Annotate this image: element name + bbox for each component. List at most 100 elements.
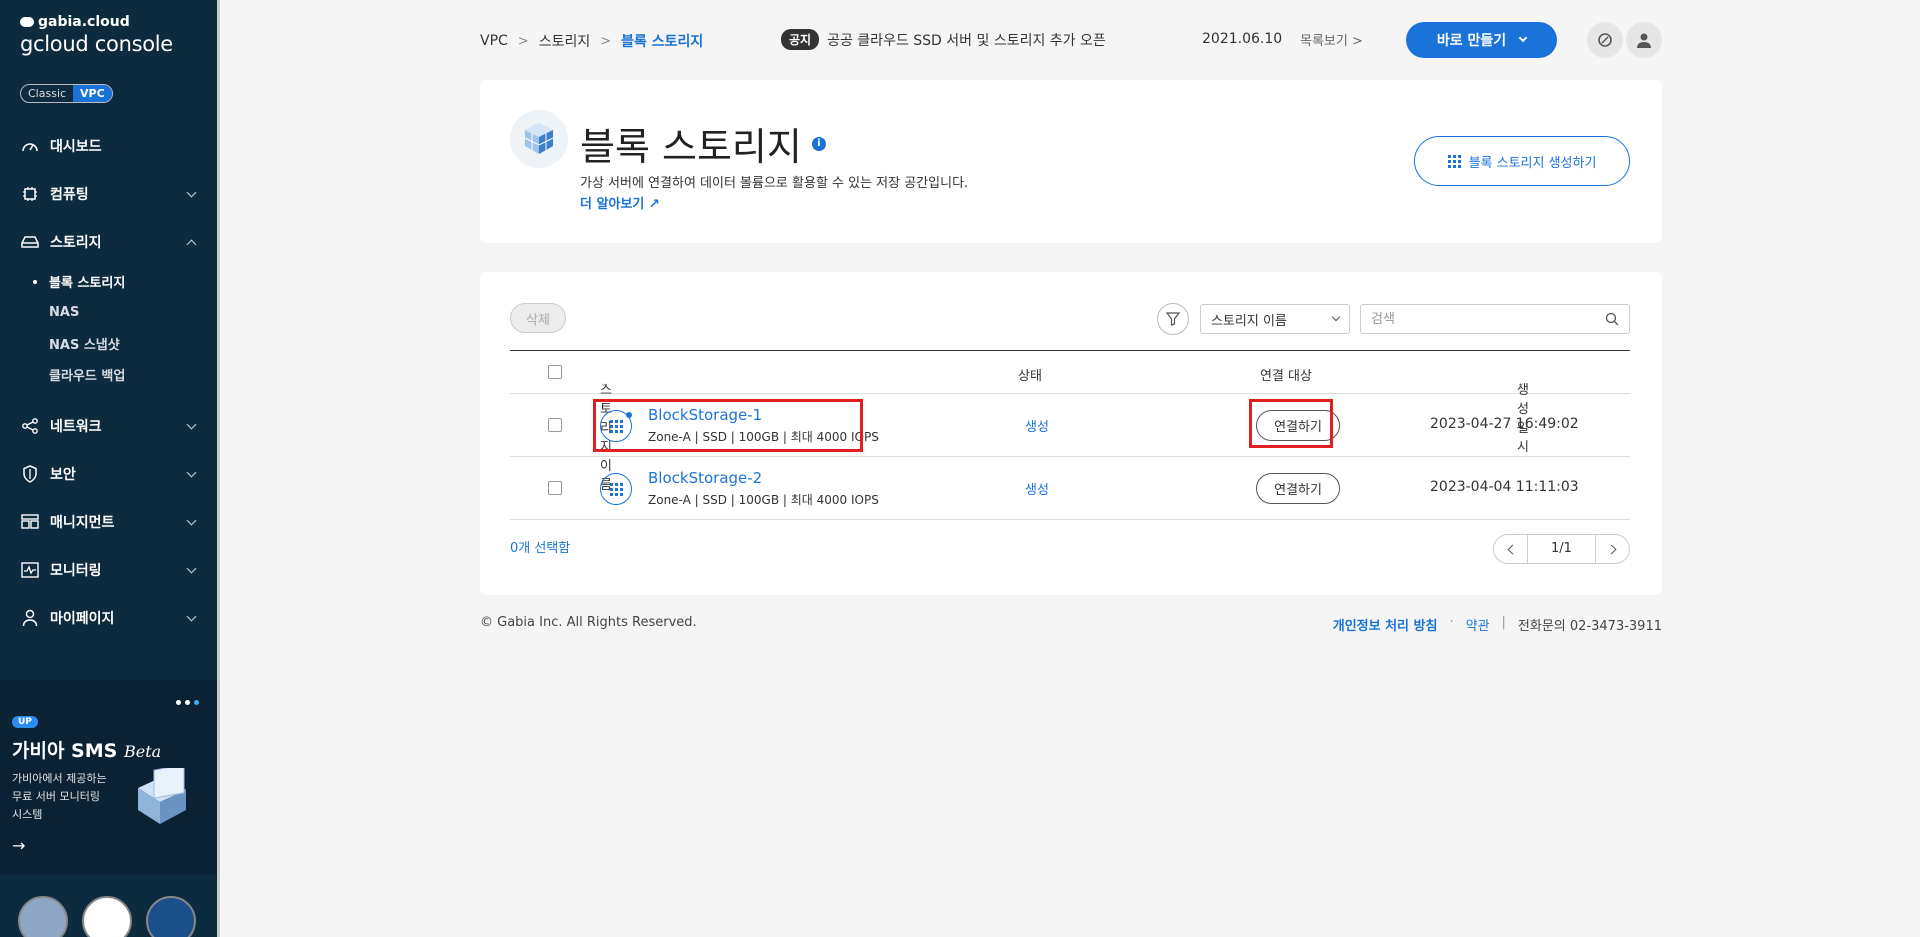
chat-button[interactable] — [1587, 22, 1623, 58]
external-link-icon: ↗ — [648, 197, 660, 212]
privacy-policy-link[interactable]: 개인정보 처리 방침 — [1333, 615, 1438, 634]
sidebar-item-mypage[interactable]: 마이페이지 — [0, 594, 217, 642]
sidebar-menu: 대시보드 컴퓨팅 스토리지 블록 스토리지 NAS NAS 스냅샷 클라우드 백… — [0, 122, 217, 642]
sidebar-item-security[interactable]: 보안 — [0, 450, 217, 498]
table-row[interactable]: BlockStorage-1 Zone-A | SSD | 100GB | 최대… — [510, 394, 1630, 457]
user-menu-button[interactable] — [1626, 22, 1662, 58]
notice-text[interactable]: 공공 클라우드 SSD 서버 및 스토리지 추가 오픈 — [827, 30, 1106, 50]
column-header-status: 상태 — [1018, 369, 1042, 384]
chevron-down-icon — [186, 467, 197, 477]
sidebar-item-cloud-backup[interactable]: 클라우드 백업 — [49, 359, 217, 390]
management-icon — [20, 513, 40, 531]
chevron-down-icon — [1518, 33, 1528, 43]
sort-icon: ⌄ — [1517, 379, 1525, 389]
monitoring-icon — [20, 561, 40, 579]
sidebar-item-management[interactable]: 매니지먼트 — [0, 498, 217, 546]
certification-badge — [18, 896, 68, 937]
select-all-checkbox[interactable] — [548, 365, 562, 379]
sidebar: gabia.cloud gcloud console Classic VPC 대… — [0, 0, 217, 937]
breadcrumb-vpc[interactable]: VPC — [480, 33, 508, 49]
chevron-down-icon — [1331, 312, 1341, 322]
storage-table-card: 삭제 스토리지 이름 스토리지 이름 ⌄ 상태 연결 대상 생성일시 ⌄ Blo… — [480, 272, 1662, 595]
status-text: 생성 — [1025, 483, 1049, 498]
status-text: 생성 — [1025, 420, 1049, 435]
highlight-box — [593, 399, 863, 452]
storage-icon — [20, 233, 40, 251]
mode-toggle[interactable]: Classic VPC — [20, 84, 113, 103]
copyright: © Gabia Inc. All Rights Reserved. — [480, 615, 697, 630]
filter-icon — [1166, 312, 1180, 326]
quick-create-button[interactable]: 바로 만들기 — [1406, 22, 1557, 58]
sidebar-item-nas[interactable]: NAS — [49, 297, 217, 328]
created-date: 2023-04-04 11:11:03 — [1430, 479, 1579, 495]
chevron-right-icon: > — [600, 33, 612, 49]
delete-button[interactable]: 삭제 — [510, 303, 566, 333]
storage-row-icon — [600, 473, 632, 505]
network-icon — [20, 417, 40, 435]
mode-classic[interactable]: Classic — [21, 85, 73, 102]
promo-title: 가비아 SMS Beta — [12, 740, 162, 762]
promo-description: 가비아에서 제공하는 무료 서버 모니터링 시스템 — [12, 772, 107, 821]
notice[interactable]: 공지 공공 클라우드 SSD 서버 및 스토리지 추가 오픈 — [781, 29, 1106, 50]
info-icon[interactable]: i — [811, 136, 826, 151]
user-icon — [20, 609, 40, 627]
highlight-box — [1249, 399, 1333, 448]
sidebar-item-network[interactable]: 네트워크 — [0, 402, 217, 450]
top-bar: VPC > 스토리지 > 블록 스토리지 공지 공공 클라우드 SSD 서버 및… — [480, 20, 1662, 60]
next-page-button[interactable] — [1596, 535, 1629, 563]
brand-title: gcloud console — [20, 32, 173, 56]
sidebar-item-monitoring[interactable]: 모니터링 — [0, 546, 217, 594]
notice-list-link[interactable]: 목록보기 > — [1300, 30, 1363, 49]
search-box[interactable] — [1360, 304, 1630, 334]
footer: © Gabia Inc. All Rights Reserved. 개인정보 처… — [480, 615, 1662, 634]
prev-page-button[interactable] — [1494, 535, 1527, 563]
create-block-storage-button[interactable]: 블록 스토리지 생성하기 — [1414, 136, 1630, 186]
chevron-right-icon: > — [1351, 34, 1363, 49]
sidebar-item-storage[interactable]: 스토리지 — [0, 218, 217, 266]
phone-contact: 전화문의 02-3473-3911 — [1517, 619, 1662, 634]
row-checkbox[interactable] — [548, 418, 562, 432]
sidebar-item-computing[interactable]: 컴퓨팅 — [0, 170, 217, 218]
chevron-down-icon — [186, 563, 197, 573]
grid-icon — [1447, 154, 1461, 168]
sidebar-item-block-storage[interactable]: 블록 스토리지 — [33, 266, 217, 297]
table-header: 스토리지 이름 ⌄ 상태 연결 대상 생성일시 ⌄ — [510, 350, 1630, 493]
notice-date: 2021.06.10 — [1202, 31, 1283, 47]
promo-banner[interactable]: UP 가비아 SMS Beta 가비아에서 제공하는 무료 서버 모니터링 시스… — [0, 680, 217, 875]
mode-vpc[interactable]: VPC — [73, 85, 112, 102]
connect-button[interactable]: 연결하기 — [1256, 473, 1340, 504]
search-input[interactable] — [1371, 311, 1605, 327]
cloud-logo-icon — [20, 17, 34, 27]
storage-spec: Zone-A | SSD | 100GB | 최대 4000 IOPS — [648, 493, 879, 507]
sidebar-scrollbar[interactable] — [217, 0, 220, 937]
sidebar-item-nas-snapshot[interactable]: NAS 스냅샷 — [49, 328, 217, 359]
storage-name-link[interactable]: BlockStorage-2 — [648, 469, 762, 487]
search-icon[interactable] — [1605, 312, 1619, 326]
brand-small: gabia.cloud — [38, 14, 130, 30]
user-icon — [1637, 33, 1651, 48]
filter-button[interactable] — [1157, 303, 1189, 335]
chevron-left-icon — [1507, 544, 1517, 554]
storage-submenu: 블록 스토리지 NAS NAS 스냅샷 클라우드 백업 — [0, 266, 217, 390]
shield-icon — [20, 465, 40, 483]
chevron-down-icon — [186, 611, 197, 621]
sidebar-item-dashboard[interactable]: 대시보드 — [0, 122, 217, 170]
terms-link[interactable]: 약관 — [1466, 615, 1490, 634]
certification-badges — [18, 896, 196, 937]
chevron-up-icon — [186, 239, 197, 249]
breadcrumb-storage[interactable]: 스토리지 — [539, 31, 591, 51]
row-checkbox[interactable] — [548, 481, 562, 495]
table-row[interactable]: BlockStorage-2 Zone-A | SSD | 100GB | 최대… — [510, 457, 1630, 520]
chevron-down-icon — [186, 419, 197, 429]
filter-field-select[interactable]: 스토리지 이름 — [1200, 304, 1350, 334]
carousel-dots[interactable] — [176, 700, 199, 705]
chevron-right-icon — [1606, 544, 1616, 554]
breadcrumb-block-storage: 블록 스토리지 — [621, 34, 704, 50]
created-date: 2023-04-27 16:49:02 — [1430, 416, 1579, 432]
block-storage-cube-icon — [510, 110, 568, 168]
learn-more-link[interactable]: 더 알아보기 ↗ — [580, 193, 660, 212]
chevron-down-icon — [186, 515, 197, 525]
logo[interactable]: gabia.cloud gcloud console — [20, 14, 173, 56]
arrow-right-icon[interactable]: → — [12, 836, 25, 855]
sort-icon: ⌄ — [600, 379, 608, 389]
